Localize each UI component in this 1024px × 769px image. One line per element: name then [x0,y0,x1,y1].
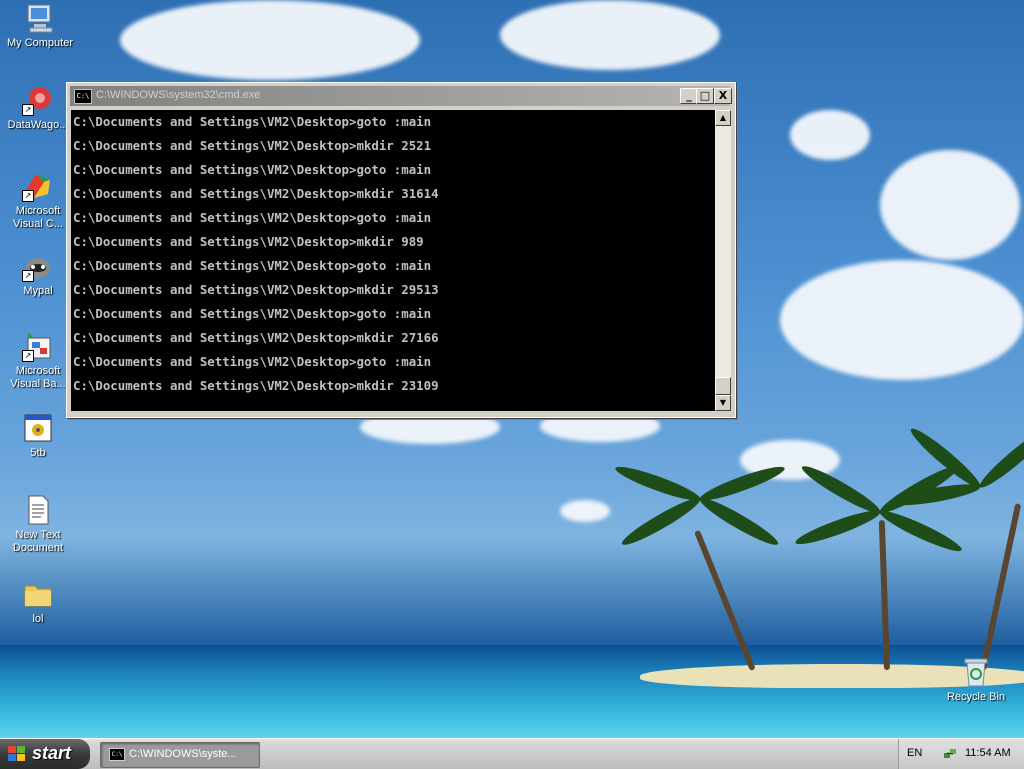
cloud [560,500,610,522]
desktop-icon-label: 5tb [30,447,46,459]
windows-logo-icon [8,746,26,762]
taskbar: start C:\ C:\WINDOWS\syste... EN 11:54 A… [0,738,1024,769]
shortcut-arrow-icon: ↗ [22,190,34,202]
folder-icon [22,578,54,610]
cloud [790,110,870,160]
cloud [120,0,420,80]
desktop-icon-label: Recycle Bin [946,691,1006,703]
mypal-icon: ↗ [22,250,54,282]
desktop-icon-label: New Text Document [12,529,64,554]
shortcut-arrow-icon: ↗ [22,350,34,362]
taskbar-button-label: C:\WINDOWS\syste... [129,748,237,760]
cmd-icon: C:\ [109,748,125,761]
palm-frond [793,505,883,550]
cloud [880,150,1020,260]
desktop-icon-visual-basic[interactable]: ↗ Microsoft Visual Ba... [2,330,74,391]
console-line: C:\Documents and Settings\VM2\Desktop>mk… [73,138,432,153]
desktop-icon-label: Microsoft Visual C... [13,205,63,230]
start-button[interactable]: start [0,739,90,769]
desktop-icon-5tb[interactable]: 5tb [2,412,74,460]
language-indicator[interactable]: EN [907,747,922,759]
desktop-icon-new-text-document[interactable]: New Text Document [2,494,74,555]
maximize-button[interactable]: □ [696,88,714,104]
desktop-icon-label: My Computer [6,37,74,49]
console-line: C:\Documents and Settings\VM2\Desktop>mk… [73,186,439,201]
palm-frond [975,423,1024,493]
palm-frond [618,492,704,551]
desktop-icon-label: DataWago... [7,119,69,131]
shortcut-arrow-icon: ↗ [22,270,34,282]
desktop-icon-datawagon[interactable]: ↗ DataWago... [2,84,74,132]
palm-frond [877,505,965,557]
desktop-icon-lol-folder[interactable]: lol [2,578,74,626]
network-icon[interactable] [943,746,957,760]
shortcut-arrow-icon: ↗ [22,104,34,116]
console-line: C:\Documents and Settings\VM2\Desktop>mk… [73,282,439,297]
palm-frond [798,460,884,519]
console-line: C:\Documents and Settings\VM2\Desktop>go… [73,306,432,321]
desktop-icon-label: Mypal [23,285,53,297]
recycle-bin-icon [960,656,992,688]
desktop-icon-mypal[interactable]: ↗ Mypal [2,250,74,298]
console-line: C:\Documents and Settings\VM2\Desktop>go… [73,210,432,225]
close-button[interactable]: X [714,88,732,104]
console-line: C:\Documents and Settings\VM2\Desktop>mk… [73,234,424,249]
datawagon-icon: ↗ [22,84,54,116]
start-label: start [32,743,72,763]
console-line: C:\Documents and Settings\VM2\Desktop>go… [73,258,432,273]
visual-basic-icon: ↗ [22,330,54,362]
desktop-icon-my-computer[interactable]: My Computer [4,2,76,50]
console-line: C:\Documents and Settings\VM2\Desktop>go… [73,354,432,369]
cloud [780,260,1024,380]
clock[interactable]: 11:54 AM [965,747,1011,759]
desktop-icon-label: Microsoft Visual Ba... [10,365,66,390]
palm-frond [696,492,782,551]
scroll-thumb[interactable] [715,377,731,395]
console-line: C:\Documents and Settings\VM2\Desktop>mk… [73,330,439,345]
taskbar-button-cmd[interactable]: C:\ C:\WINDOWS\syste... [100,742,260,768]
scroll-up-button[interactable]: ▲ [715,110,731,126]
desktop-icon-visual-c[interactable]: ↗ Microsoft Visual C... [2,170,74,231]
console-output[interactable]: C:\Documents and Settings\VM2\Desktop>go… [71,110,715,411]
window-title: C:\WINDOWS\system32\cmd.exe [96,89,261,101]
console-line: C:\Documents and Settings\VM2\Desktop>go… [73,162,432,177]
console-line: C:\Documents and Settings\VM2\Desktop>go… [73,114,432,129]
scroll-down-button[interactable]: ▼ [715,395,731,411]
vertical-scrollbar[interactable]: ▲ ▼ [715,110,731,411]
text-document-icon [22,494,54,526]
palm-frond [697,461,787,506]
cmd-icon: C:\ [74,89,92,104]
window-titlebar[interactable]: C:\ C:\WINDOWS\system32\cmd.exe _ □ X [70,86,732,106]
console-line: C:\Documents and Settings\VM2\Desktop>mk… [73,378,439,393]
desktop-icon-label: lol [32,613,44,625]
sea [0,645,1024,740]
system-tray: EN 11:54 AM [898,739,1024,769]
desktop-icon-recycle-bin[interactable]: Recycle Bin [940,656,1012,704]
program-window-icon [22,412,54,444]
visual-c-icon: ↗ [22,170,54,202]
cloud [500,0,720,70]
console-window[interactable]: C:\ C:\WINDOWS\system32\cmd.exe _ □ X C:… [66,82,736,418]
computer-icon [24,2,56,34]
